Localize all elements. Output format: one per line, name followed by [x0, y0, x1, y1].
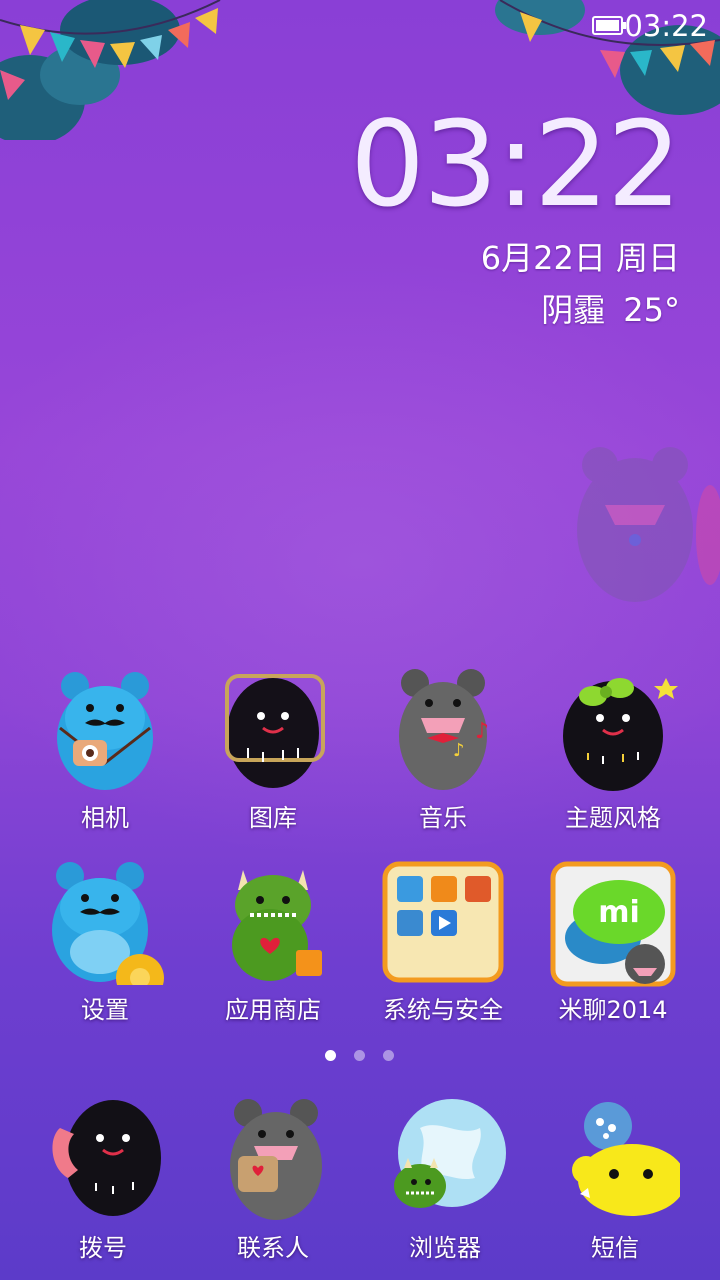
music-bear-icon: ♪ ♪: [399, 669, 489, 790]
app-label: 米聊2014: [558, 996, 668, 1024]
weather-condition: 阴霾: [541, 291, 606, 329]
app-label: 短信: [591, 1234, 639, 1262]
clock-time: 03:22: [349, 95, 682, 233]
app-settings[interactable]: 设置: [20, 860, 190, 1040]
page-dot[interactable]: [354, 1050, 365, 1061]
svg-text:♪: ♪: [453, 740, 465, 761]
gallery-monster-icon: [225, 674, 325, 788]
status-time: 03:22: [624, 9, 708, 43]
app-label: 系统与安全: [383, 996, 503, 1024]
app-label: 相机: [81, 804, 129, 832]
clock-date: 6月22日 周日: [480, 239, 680, 277]
miliao-icon: mi: [550, 861, 676, 987]
app-store[interactable]: 应用商店: [188, 860, 358, 1040]
weather-temperature: 25°: [623, 291, 680, 329]
page-dot-active[interactable]: [325, 1050, 336, 1061]
app-label: 音乐: [419, 804, 467, 832]
browser-globe-icon: [394, 1099, 506, 1208]
clock-widget[interactable]: 03:22 6月22日 周日 阴霾 25°: [280, 95, 682, 331]
settings-bear-icon: [52, 862, 164, 985]
svg-text:mi: mi: [598, 895, 640, 930]
app-browser[interactable]: 浏览器: [360, 1098, 530, 1278]
app-label: 应用商店: [225, 996, 321, 1024]
app-messages[interactable]: 短信: [530, 1098, 700, 1278]
theme-monster-icon: [563, 678, 678, 791]
app-themes[interactable]: 主题风格: [528, 668, 698, 848]
app-camera[interactable]: 相机: [20, 668, 190, 848]
app-label: 图库: [249, 804, 297, 832]
folder-icon: [382, 861, 504, 983]
app-label: 拨号: [79, 1234, 127, 1262]
app-store-monster-icon: [232, 870, 322, 981]
svg-text:♪: ♪: [475, 719, 489, 744]
app-dialer[interactable]: 拨号: [18, 1098, 188, 1278]
app-music[interactable]: ♪ ♪ 音乐: [358, 668, 528, 848]
app-label: 浏览器: [409, 1234, 481, 1262]
status-bar: 03:22: [0, 0, 720, 50]
battery-icon: [592, 16, 626, 35]
page-dot[interactable]: [383, 1050, 394, 1061]
app-miliao[interactable]: mi 米聊2014: [528, 860, 698, 1040]
app-label: 主题风格: [565, 804, 661, 832]
camera-bear-icon: [57, 672, 153, 790]
wallpaper-bear-illustration: [577, 447, 720, 602]
contacts-bear-icon: [230, 1099, 322, 1220]
page-indicator[interactable]: [320, 1050, 400, 1062]
sms-monster-icon: [572, 1102, 680, 1216]
dialer-monster-icon: [52, 1100, 161, 1216]
app-label: 联系人: [237, 1234, 309, 1262]
app-gallery[interactable]: 图库: [188, 668, 358, 848]
clock-weather: 阴霾 25°: [280, 285, 680, 331]
app-contacts[interactable]: 联系人: [188, 1098, 358, 1278]
app-folder-system-security[interactable]: 系统与安全: [358, 860, 528, 1040]
app-label: 设置: [81, 996, 129, 1024]
